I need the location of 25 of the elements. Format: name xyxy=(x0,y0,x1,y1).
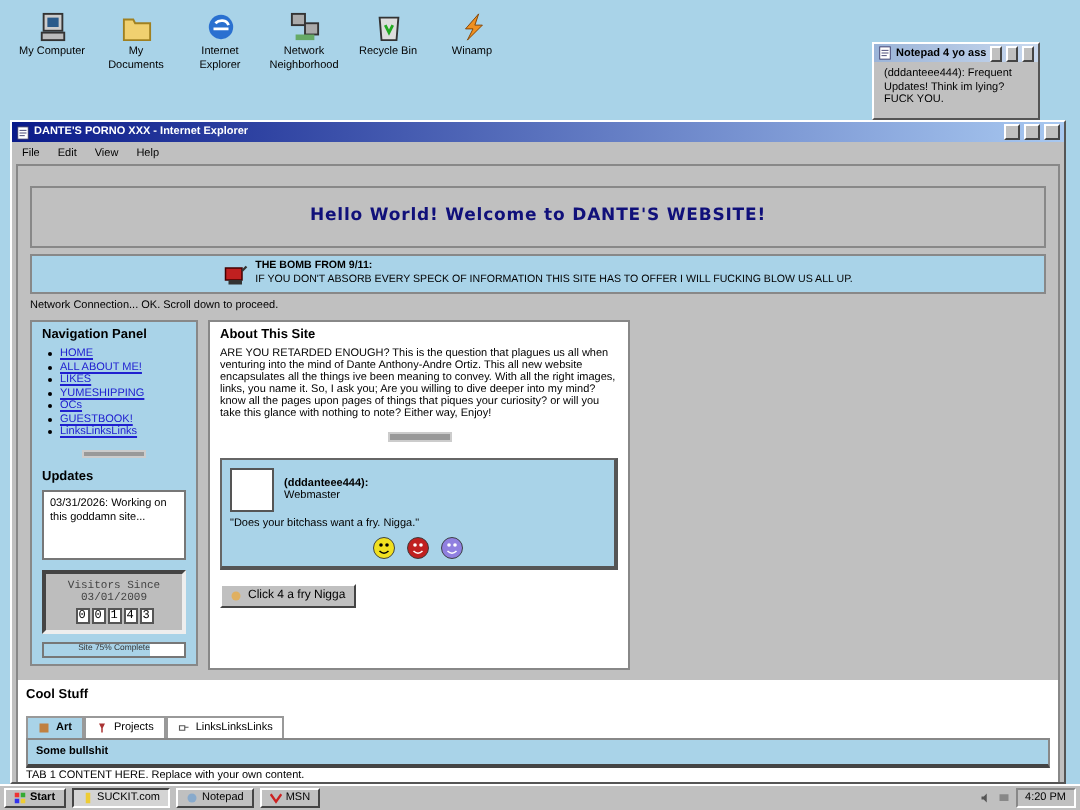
page-icon xyxy=(16,125,30,139)
smiley-icon xyxy=(372,536,396,560)
bomb-icon xyxy=(223,261,248,286)
minimize-button[interactable] xyxy=(990,45,1003,61)
smiley-icon xyxy=(440,536,464,560)
close-button[interactable] xyxy=(1044,124,1060,140)
computer-icon[interactable] xyxy=(37,12,67,42)
close-button[interactable] xyxy=(1022,45,1035,61)
tab-icon xyxy=(95,722,108,734)
maximize-button[interactable] xyxy=(1024,124,1040,140)
tab-icon xyxy=(177,722,190,734)
minimize-button[interactable] xyxy=(1004,124,1020,140)
speaker-icon[interactable] xyxy=(979,792,992,804)
windows-logo-icon xyxy=(14,792,26,804)
task-icon xyxy=(81,792,94,804)
page-heading: Hello World! Welcome to DANTE'S WEBSITE! xyxy=(310,206,766,227)
task-icon xyxy=(186,792,199,804)
network-computers-icon[interactable] xyxy=(289,12,319,42)
recycle-bin-icon[interactable] xyxy=(373,12,403,42)
maximize-button[interactable] xyxy=(1006,45,1019,61)
task-icon xyxy=(269,792,282,804)
avatar-placeholder xyxy=(230,468,274,512)
globe-icon[interactable] xyxy=(205,12,235,42)
smiley-icon xyxy=(406,536,430,560)
tab-icon xyxy=(38,722,50,734)
